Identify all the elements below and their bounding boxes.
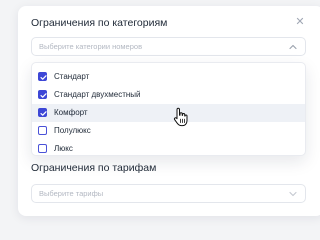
option-standard[interactable]: Стандарт xyxy=(32,68,305,86)
checkbox-standard[interactable] xyxy=(38,72,47,81)
check-icon xyxy=(40,75,47,80)
chevron-up-icon xyxy=(289,44,297,50)
option-standard-double[interactable]: Стандарт двухместный xyxy=(32,86,305,104)
hand-pointer-icon xyxy=(173,107,188,127)
option-label: Люкс xyxy=(54,144,73,153)
categories-dropdown: Стандарт Стандарт двухместный Комфорт По… xyxy=(31,62,306,156)
checkbox-suite[interactable] xyxy=(38,144,47,153)
check-icon xyxy=(40,93,47,98)
chevron-down-icon xyxy=(289,191,297,197)
option-label: Стандарт xyxy=(54,72,90,81)
restrictions-panel: Ограничения по категориям ✕ Выберите кат… xyxy=(18,6,320,216)
option-label: Стандарт двухместный xyxy=(54,90,141,99)
categories-title: Ограничения по категориям xyxy=(31,17,168,29)
option-comfort[interactable]: Комфорт xyxy=(32,104,305,122)
tariffs-select[interactable]: Выберите тарифы xyxy=(31,184,306,203)
check-icon xyxy=(40,111,47,116)
categories-select[interactable]: Выберите категории номеров xyxy=(31,37,306,56)
close-icon[interactable]: ✕ xyxy=(293,15,307,29)
checkbox-standard-double[interactable] xyxy=(38,90,47,99)
tariffs-placeholder: Выберите тарифы xyxy=(39,189,104,198)
categories-placeholder: Выберите категории номеров xyxy=(39,42,143,51)
option-label: Полулюкс xyxy=(54,126,91,135)
option-label: Комфорт xyxy=(54,108,88,117)
tariffs-title: Ограничения по тарифам xyxy=(31,162,157,174)
checkbox-junior-suite[interactable] xyxy=(38,126,47,135)
option-junior-suite[interactable]: Полулюкс xyxy=(32,122,305,140)
option-suite[interactable]: Люкс xyxy=(32,140,305,155)
checkbox-comfort[interactable] xyxy=(38,108,47,117)
